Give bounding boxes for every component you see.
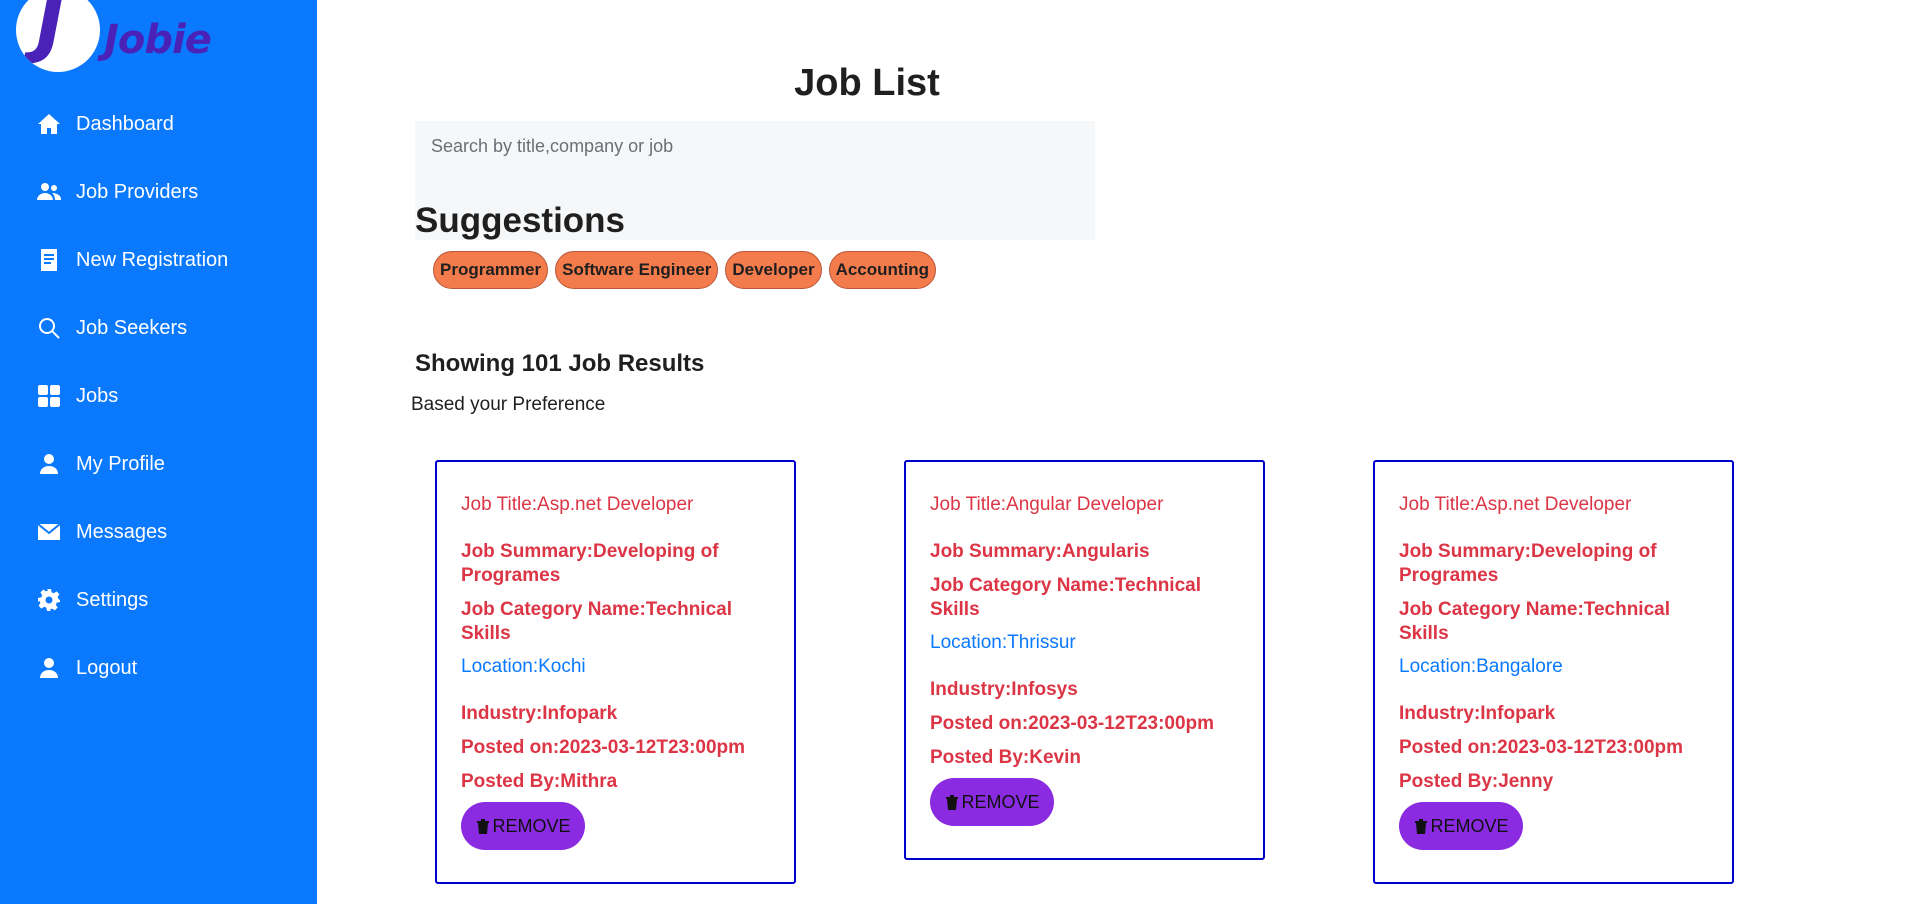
job-posted-on: Posted on:2023-03-12T23:00pm — [930, 713, 1215, 734]
brand-logo[interactable]: J Jobie — [16, 0, 212, 72]
sidebar-item-label: Settings — [76, 588, 149, 611]
remove-label: REMOVE — [492, 815, 571, 836]
job-location: Location:Thrissur — [930, 632, 1076, 653]
envelope-icon — [36, 519, 62, 545]
job-posted-on: Posted on:2023-03-12T23:00pm — [1399, 737, 1684, 758]
trash-icon — [946, 795, 959, 810]
remove-label: REMOVE — [961, 791, 1040, 812]
job-title: Job Title:Asp.net Developer — [1399, 494, 1632, 515]
remove-button[interactable]: REMOVE — [930, 778, 1054, 826]
sidebar-item-label: Logout — [76, 656, 138, 679]
results-subtitle: Based your Preference — [411, 394, 606, 415]
sidebar-nav: Dashboard Job Providers New Registration… — [0, 90, 317, 702]
sidebar-item-label: My Profile — [76, 452, 165, 475]
job-posted-by: Posted By:Jenny — [1399, 771, 1554, 792]
job-card: Job Title:Angular Developer Job Summary:… — [904, 460, 1265, 860]
job-posted-on: Posted on:2023-03-12T23:00pm — [461, 737, 746, 758]
suggestion-chip[interactable]: Developer — [725, 251, 822, 289]
job-card: Job Title:Asp.net Developer Job Summary:… — [1373, 460, 1734, 884]
remove-button[interactable]: REMOVE — [1399, 802, 1523, 850]
users-icon — [36, 179, 62, 205]
page-title: Job List — [794, 62, 940, 104]
search-icon — [36, 315, 62, 341]
results-count: Showing 101 Job Results — [415, 350, 705, 377]
document-icon — [36, 247, 62, 273]
grid-icon — [36, 383, 62, 409]
gear-icon — [36, 587, 62, 613]
logo-mark: J — [16, 0, 100, 72]
search-input[interactable] — [415, 121, 1095, 171]
logo-letter: J — [36, 0, 66, 67]
job-category: Job Category Name:Technical Skills — [930, 575, 1202, 620]
job-location: Location:Bangalore — [1399, 656, 1563, 677]
job-location: Location:Kochi — [461, 656, 586, 677]
job-posted-by: Posted By:Kevin — [930, 747, 1081, 768]
sidebar-item-job-providers[interactable]: Job Providers — [0, 158, 317, 226]
sidebar-item-label: Job Providers — [76, 180, 199, 203]
suggestion-chip[interactable]: Accounting — [828, 251, 937, 289]
sidebar-item-label: Dashboard — [76, 112, 174, 135]
user-icon — [36, 655, 62, 681]
job-summary: Job Summary:Angularis — [930, 541, 1150, 562]
sidebar-item-logout[interactable]: Logout — [0, 634, 317, 702]
sidebar-item-label: Job Seekers — [76, 316, 188, 339]
job-industry: Industry:Infopark — [1399, 703, 1556, 724]
job-card: Job Title:Asp.net Developer Job Summary:… — [435, 460, 796, 884]
sidebar-item-messages[interactable]: Messages — [0, 498, 317, 566]
trash-icon — [477, 819, 490, 834]
suggestions-title: Suggestions — [415, 201, 626, 240]
remove-button[interactable]: REMOVE — [461, 802, 585, 850]
suggestion-chip[interactable]: Programmer — [433, 251, 549, 289]
sidebar-item-label: New Registration — [76, 248, 229, 271]
job-category: Job Category Name:Technical Skills — [1399, 599, 1671, 644]
brand-name: Jobie — [104, 17, 212, 63]
suggestion-chips: Programmer Software Engineer Developer A… — [433, 251, 937, 289]
job-posted-by: Posted By:Mithra — [461, 771, 618, 792]
home-icon — [36, 111, 62, 137]
sidebar-item-job-seekers[interactable]: Job Seekers — [0, 294, 317, 362]
job-industry: Industry:Infopark — [461, 703, 618, 724]
job-category: Job Category Name:Technical Skills — [461, 599, 733, 644]
sidebar-item-my-profile[interactable]: My Profile — [0, 430, 317, 498]
job-summary: Job Summary:Developing of Programes — [1399, 541, 1657, 586]
sidebar-item-label: Messages — [76, 520, 168, 543]
suggestion-chip[interactable]: Software Engineer — [555, 251, 719, 289]
trash-icon — [1415, 819, 1428, 834]
job-summary: Job Summary:Developing of Programes — [461, 541, 719, 586]
sidebar-item-settings[interactable]: Settings — [0, 566, 317, 634]
sidebar-item-label: Jobs — [76, 384, 119, 407]
sidebar-item-dashboard[interactable]: Dashboard — [0, 90, 317, 158]
job-title: Job Title:Angular Developer — [930, 494, 1164, 515]
remove-label: REMOVE — [1430, 815, 1509, 836]
sidebar: J Jobie Dashboard Job Providers New Regi… — [0, 0, 317, 904]
user-icon — [36, 451, 62, 477]
search-panel: Suggestions — [415, 121, 1095, 240]
app: J Jobie Dashboard Job Providers New Regi… — [0, 0, 1916, 904]
job-title: Job Title:Asp.net Developer — [461, 494, 694, 515]
sidebar-item-jobs[interactable]: Jobs — [0, 362, 317, 430]
job-industry: Industry:Infosys — [930, 679, 1078, 700]
main-content: Job List Suggestions Programmer Software… — [317, 0, 1916, 904]
sidebar-item-new-registration[interactable]: New Registration — [0, 226, 317, 294]
